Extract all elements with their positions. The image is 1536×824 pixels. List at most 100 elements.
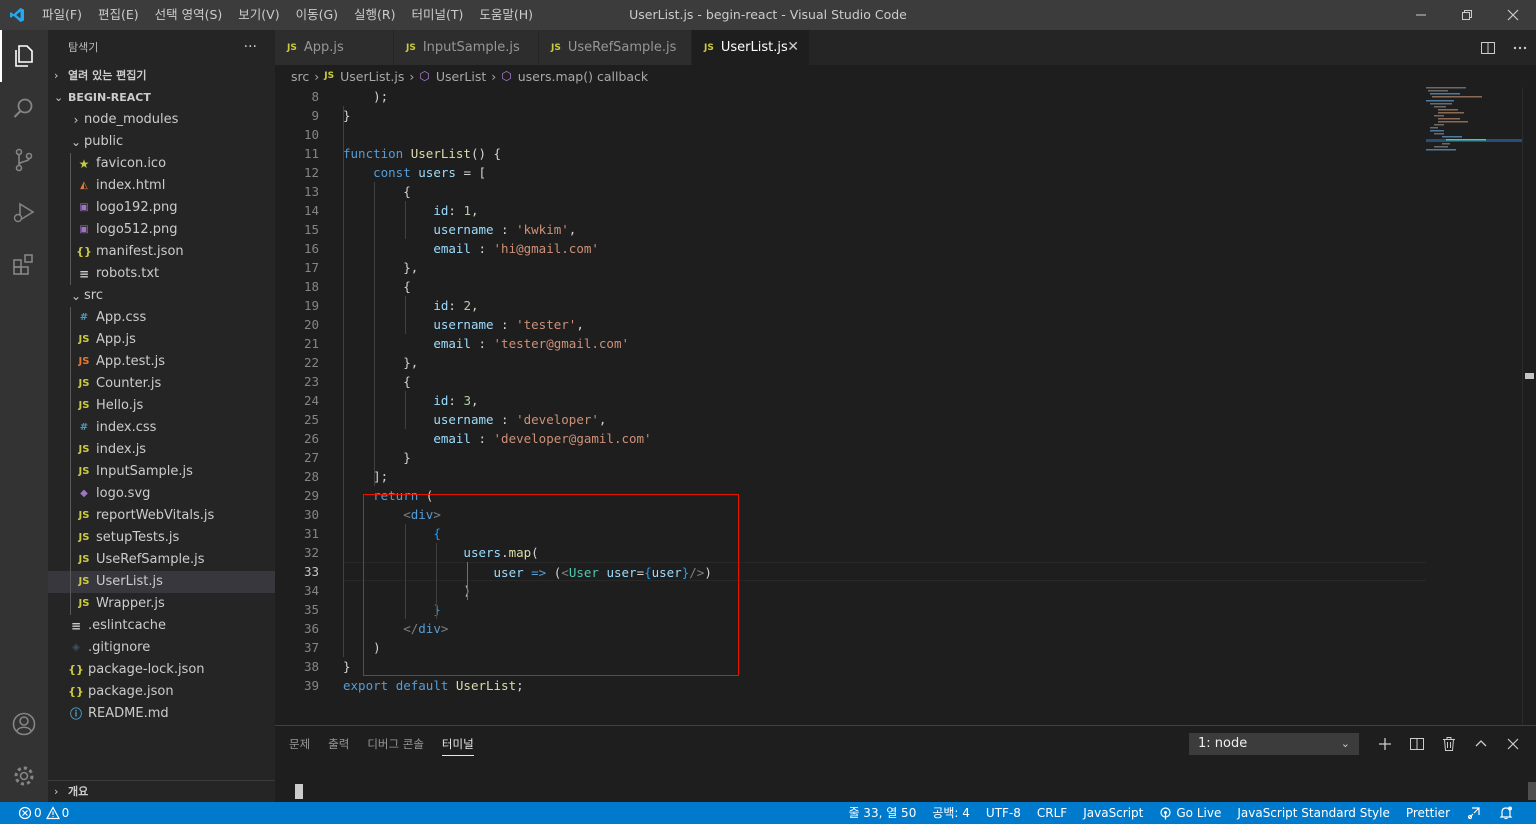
close-tab-icon[interactable]: ✕ [787, 39, 799, 55]
tree-item[interactable]: ◭ index.html [48, 175, 275, 197]
menu-view[interactable]: 보기(V) [230, 0, 287, 30]
tab-terminal[interactable]: 터미널 [441, 726, 474, 762]
tree-item[interactable]: {} package-lock.json [48, 659, 275, 681]
panel-scrollbar[interactable] [1528, 782, 1536, 800]
more-actions-icon[interactable]: ··· [244, 30, 257, 65]
tree-item[interactable]: ≡ robots.txt [48, 263, 275, 285]
language-mode[interactable]: JavaScript [1075, 802, 1151, 824]
text-file-icon: ≡ [70, 619, 82, 633]
tree-item[interactable]: ◆ logo.svg [48, 483, 275, 505]
indentation[interactable]: 공백: 4 [924, 802, 978, 824]
tree-item[interactable]: JS reportWebVitals.js [48, 505, 275, 527]
restore-button[interactable] [1444, 0, 1490, 30]
menu-edit[interactable]: 편집(E) [90, 0, 147, 30]
maximize-panel-icon[interactable] [1465, 733, 1497, 755]
line-number: 12 [303, 165, 319, 180]
open-editors-section[interactable]: › 열려 있는 편집기 [48, 65, 275, 87]
menu-help[interactable]: 도움말(H) [471, 0, 541, 30]
tab-inputsample-js[interactable]: JS InputSample.js [394, 30, 539, 65]
tree-item[interactable]: ⌄ public [48, 131, 275, 153]
account-icon[interactable] [0, 698, 48, 750]
tree-item[interactable]: ▣ logo512.png [48, 219, 275, 241]
tree-item[interactable]: › node_modules [48, 109, 275, 131]
search-icon[interactable] [0, 82, 48, 134]
more-actions-icon[interactable] [1504, 30, 1536, 65]
tree-item[interactable]: JS Counter.js [48, 373, 275, 395]
menu-selection[interactable]: 선택 영역(S) [147, 0, 231, 30]
source-control-icon[interactable] [0, 134, 48, 186]
breadcrumb-file[interactable]: UserList.js [340, 69, 404, 84]
menu-file[interactable]: 파일(F) [34, 0, 90, 30]
extensions-icon[interactable] [0, 238, 48, 290]
tab-userefsample-js[interactable]: JS UseRefSample.js [539, 30, 692, 65]
tree-item[interactable]: JS App.js [48, 329, 275, 351]
notifications-bell-icon[interactable] [1490, 802, 1522, 824]
tree-item[interactable]: JS setupTests.js [48, 527, 275, 549]
end-of-line[interactable]: CRLF [1029, 802, 1075, 824]
outline-section[interactable]: › 개요 [48, 780, 275, 802]
minimap[interactable] [1426, 87, 1522, 167]
tree-item[interactable]: JS App.test.js [48, 351, 275, 373]
tab-debug-console[interactable]: 디버그 콘솔 [367, 726, 424, 762]
run-debug-icon[interactable] [0, 186, 48, 238]
code-editor[interactable]: 8 9 10 11 12 13 14 15 16 17 18 19 20 21 22 23 24 25 26 27 28… [275, 87, 1536, 725]
linter-style[interactable]: JavaScript Standard Style [1229, 802, 1398, 824]
tree-item-label: InputSample.js [96, 464, 193, 479]
menu-terminal[interactable]: 터미널(T) [404, 0, 472, 30]
split-terminal-icon[interactable] [1401, 733, 1433, 755]
tree-item[interactable]: ▣ logo192.png [48, 197, 275, 219]
breadcrumb-src[interactable]: src [291, 69, 309, 84]
tree-item[interactable]: JS Wrapper.js [48, 593, 275, 615]
close-window-button[interactable] [1490, 0, 1536, 30]
breadcrumb-callback[interactable]: users.map() callback [518, 69, 648, 84]
terminal-select[interactable]: 1: node ⌄ [1189, 733, 1359, 755]
new-terminal-icon[interactable] [1369, 733, 1401, 755]
js-icon: JS [704, 42, 714, 53]
prettier-status[interactable]: Prettier [1398, 802, 1458, 824]
split-editor-icon[interactable] [1472, 30, 1504, 65]
tree-item[interactable]: # App.css [48, 307, 275, 329]
tree-item[interactable]: JS index.js [48, 439, 275, 461]
encoding[interactable]: UTF-8 [978, 802, 1029, 824]
project-section[interactable]: ⌄ BEGIN-REACT [48, 87, 275, 109]
tree-item[interactable]: ⌄ src [48, 285, 275, 307]
tab-output[interactable]: 출력 [328, 726, 349, 762]
tree-item[interactable]: JS InputSample.js [48, 461, 275, 483]
line-number: 24 [303, 393, 319, 408]
image-icon: ▣ [79, 224, 89, 235]
tab-userlist-js[interactable]: JS UserList.js ✕ [692, 30, 810, 65]
menu-run[interactable]: 실행(R) [346, 0, 403, 30]
tree-item-label: App.js [96, 332, 136, 347]
feedback-icon[interactable] [1458, 802, 1490, 824]
close-panel-icon[interactable] [1497, 733, 1529, 755]
tree-item[interactable]: JS Hello.js [48, 395, 275, 417]
js-icon: JS [78, 532, 90, 543]
warning-icon [45, 806, 60, 820]
tree-item-label: README.md [88, 706, 169, 721]
tree-item[interactable]: JS UserList.js [48, 571, 275, 593]
problems-status[interactable]: 0 0 [10, 802, 77, 824]
breadcrumb-function[interactable]: UserList [436, 69, 486, 84]
tree-item[interactable]: ⓘ README.md [48, 703, 275, 725]
tree-item[interactable]: ◈ .gitignore [48, 637, 275, 659]
tree-item[interactable]: {} manifest.json [48, 241, 275, 263]
tab-problems[interactable]: 문제 [289, 726, 310, 762]
go-live-button[interactable]: Go Live [1151, 802, 1229, 824]
tree-item[interactable]: JS UseRefSample.js [48, 549, 275, 571]
tab-app-js[interactable]: JS App.js [275, 30, 394, 65]
tree-item[interactable]: # index.css [48, 417, 275, 439]
menu-go[interactable]: 이동(G) [288, 0, 346, 30]
tree-item[interactable]: {} package.json [48, 681, 275, 703]
tree-item[interactable]: ≡ .eslintcache [48, 615, 275, 637]
vertical-scrollbar[interactable] [1522, 87, 1536, 725]
manage-gear-icon[interactable] [0, 750, 48, 802]
minimize-button[interactable] [1398, 0, 1444, 30]
code-line: id: 3, [433, 393, 479, 408]
cursor-position[interactable]: 줄 33, 열 50 [840, 802, 924, 824]
tree-item[interactable]: ★ favicon.ico [48, 153, 275, 175]
trash-icon[interactable] [1433, 733, 1465, 755]
tree-item-label: setupTests.js [96, 530, 180, 545]
explorer-icon[interactable] [0, 30, 48, 82]
line-number: 10 [303, 127, 319, 142]
line-number: 38 [303, 659, 319, 674]
